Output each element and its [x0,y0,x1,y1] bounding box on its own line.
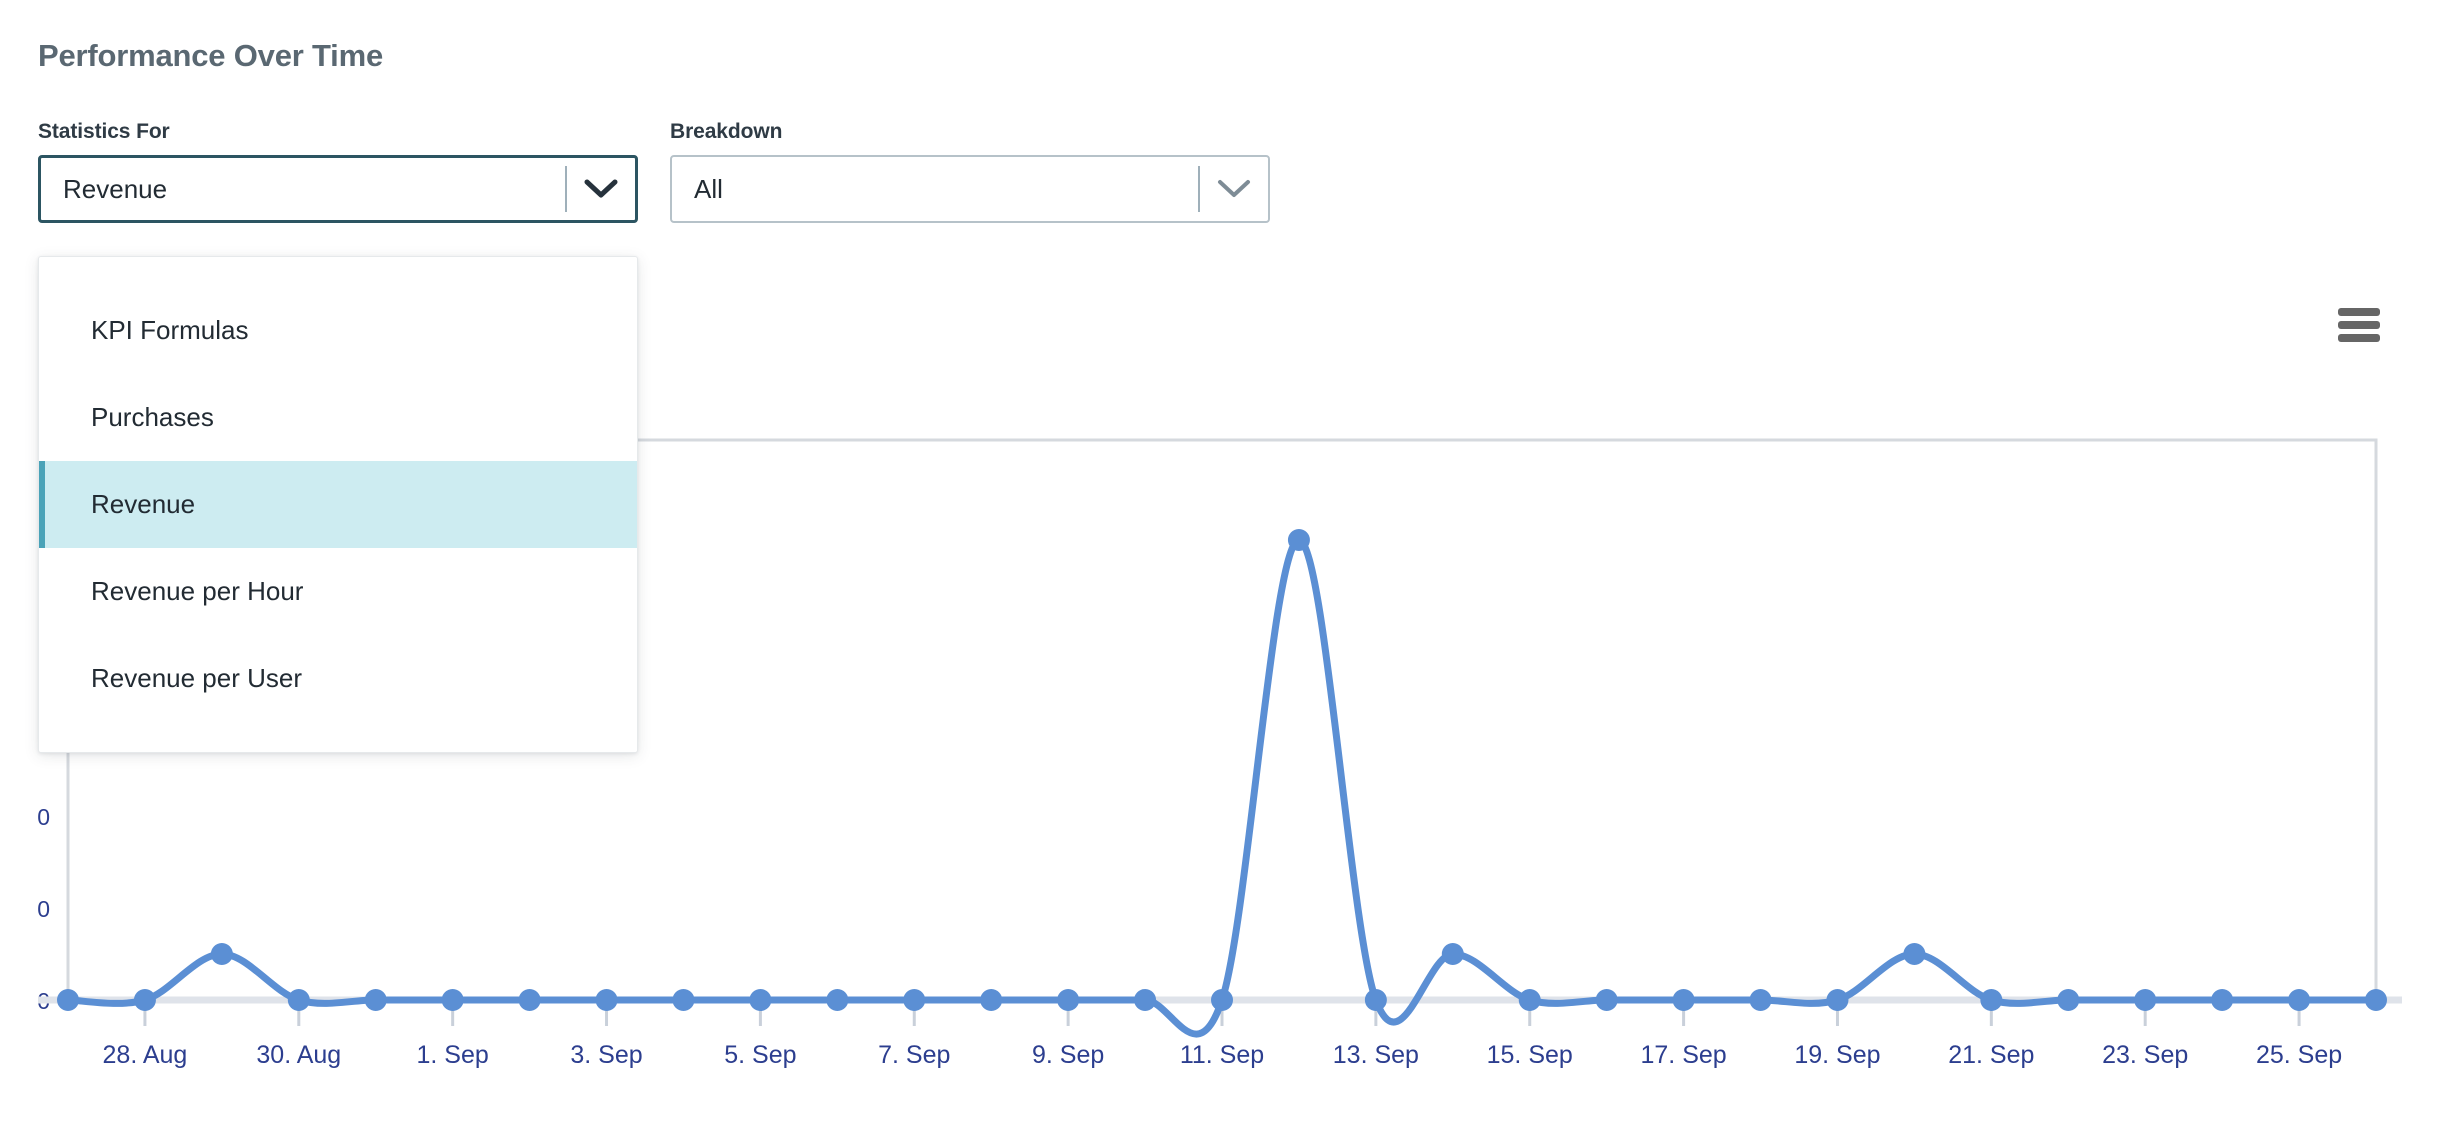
dropdown-option-label: Revenue [91,489,196,519]
dropdown-option-label: Revenue per Hour [91,576,304,606]
x-axis-tick-label: 21. Sep [1948,1041,2034,1069]
data-point-marker[interactable] [1441,943,1464,965]
x-axis-tick-label: 30. Aug [256,1041,341,1069]
x-axis-tick-label: 17. Sep [1641,1041,1727,1069]
data-point-marker[interactable] [595,989,618,1011]
x-axis-tick-label: 15. Sep [1487,1041,1573,1069]
data-point-marker[interactable] [1980,989,2003,1011]
data-point-marker[interactable] [1749,989,1772,1011]
data-point-marker[interactable] [826,989,849,1011]
x-axis-tick-label: 25. Sep [2256,1041,2342,1069]
x-axis-tick-label: 3. Sep [570,1041,642,1069]
data-point-marker[interactable] [672,989,695,1011]
data-point-marker[interactable] [133,989,156,1011]
data-point-marker[interactable] [2211,989,2234,1011]
breakdown-select[interactable]: All [670,155,1270,223]
data-point-marker[interactable] [2057,989,2080,1011]
statistics-for-label: Statistics For [38,120,170,143]
y-axis-tick-label: 10 [38,896,50,922]
statistics-for-dropdown[interactable]: KPI Formulas Purchases Revenue Revenue p… [38,256,638,753]
chevron-down-icon[interactable] [567,178,635,200]
data-point-marker[interactable] [1672,989,1695,1011]
data-point-marker[interactable] [287,989,310,1011]
data-point-marker[interactable] [1518,989,1541,1011]
data-point-marker[interactable] [2288,989,2311,1011]
x-axis-tick-label: 1. Sep [417,1041,489,1069]
x-axis-tick-label: 23. Sep [2102,1041,2188,1069]
dropdown-option-revenue[interactable]: Revenue [39,461,637,548]
dropdown-option-revenue-per-user[interactable]: Revenue per User [39,635,637,722]
data-point-marker[interactable] [2365,989,2387,1011]
breakdown-field: Breakdown All [670,120,1270,223]
data-point-marker[interactable] [2134,989,2157,1011]
dropdown-option-label: Purchases [91,402,214,432]
data-point-marker[interactable] [210,943,233,965]
x-axis-tick-label: 11. Sep [1180,1041,1264,1069]
data-point-marker[interactable] [749,989,772,1011]
page-title: Performance Over Time [38,38,384,73]
x-axis-tick-label: 7. Sep [878,1041,950,1069]
statistics-for-select[interactable]: Revenue [38,155,638,223]
statistics-for-value: Revenue [63,173,168,204]
dropdown-option-revenue-per-hour[interactable]: Revenue per Hour [39,548,637,635]
data-point-marker[interactable] [1211,989,1233,1011]
performance-over-time-panel: Performance Over Time Statistics For Rev… [0,0,2440,1122]
x-axis-tick-label: 13. Sep [1333,1041,1419,1069]
statistics-for-field: Statistics For Revenue [38,120,638,223]
x-axis-tick-label: 28. Aug [103,1041,188,1069]
chevron-down-icon[interactable] [1200,178,1268,200]
dropdown-option-label: KPI Formulas [91,315,249,345]
data-point-marker[interactable] [1057,989,1080,1011]
dropdown-option-purchases[interactable]: Purchases [39,374,637,461]
x-axis-tick-label: 9. Sep [1032,1041,1104,1069]
data-point-marker[interactable] [441,989,464,1011]
dropdown-option-kpi-formulas[interactable]: KPI Formulas [39,287,637,374]
dropdown-option-label: Revenue per User [91,663,302,693]
data-point-marker[interactable] [364,989,387,1011]
data-point-marker[interactable] [518,989,541,1011]
data-point-marker[interactable] [1364,989,1387,1011]
x-axis-tick-label: 19. Sep [1794,1041,1880,1069]
data-point-marker[interactable] [980,989,1003,1011]
data-point-marker[interactable] [903,989,926,1011]
data-point-marker[interactable] [1595,989,1618,1011]
breakdown-label: Breakdown [670,120,783,143]
data-point-marker[interactable] [1287,529,1310,551]
data-point-marker[interactable] [1826,989,1849,1011]
data-point-marker[interactable] [1903,943,1926,965]
data-point-marker[interactable] [57,989,79,1011]
x-axis-tick-label: 5. Sep [724,1041,796,1069]
data-point-marker[interactable] [1134,989,1157,1011]
y-axis-tick-label: 20 [38,804,50,830]
breakdown-value: All [694,173,723,204]
